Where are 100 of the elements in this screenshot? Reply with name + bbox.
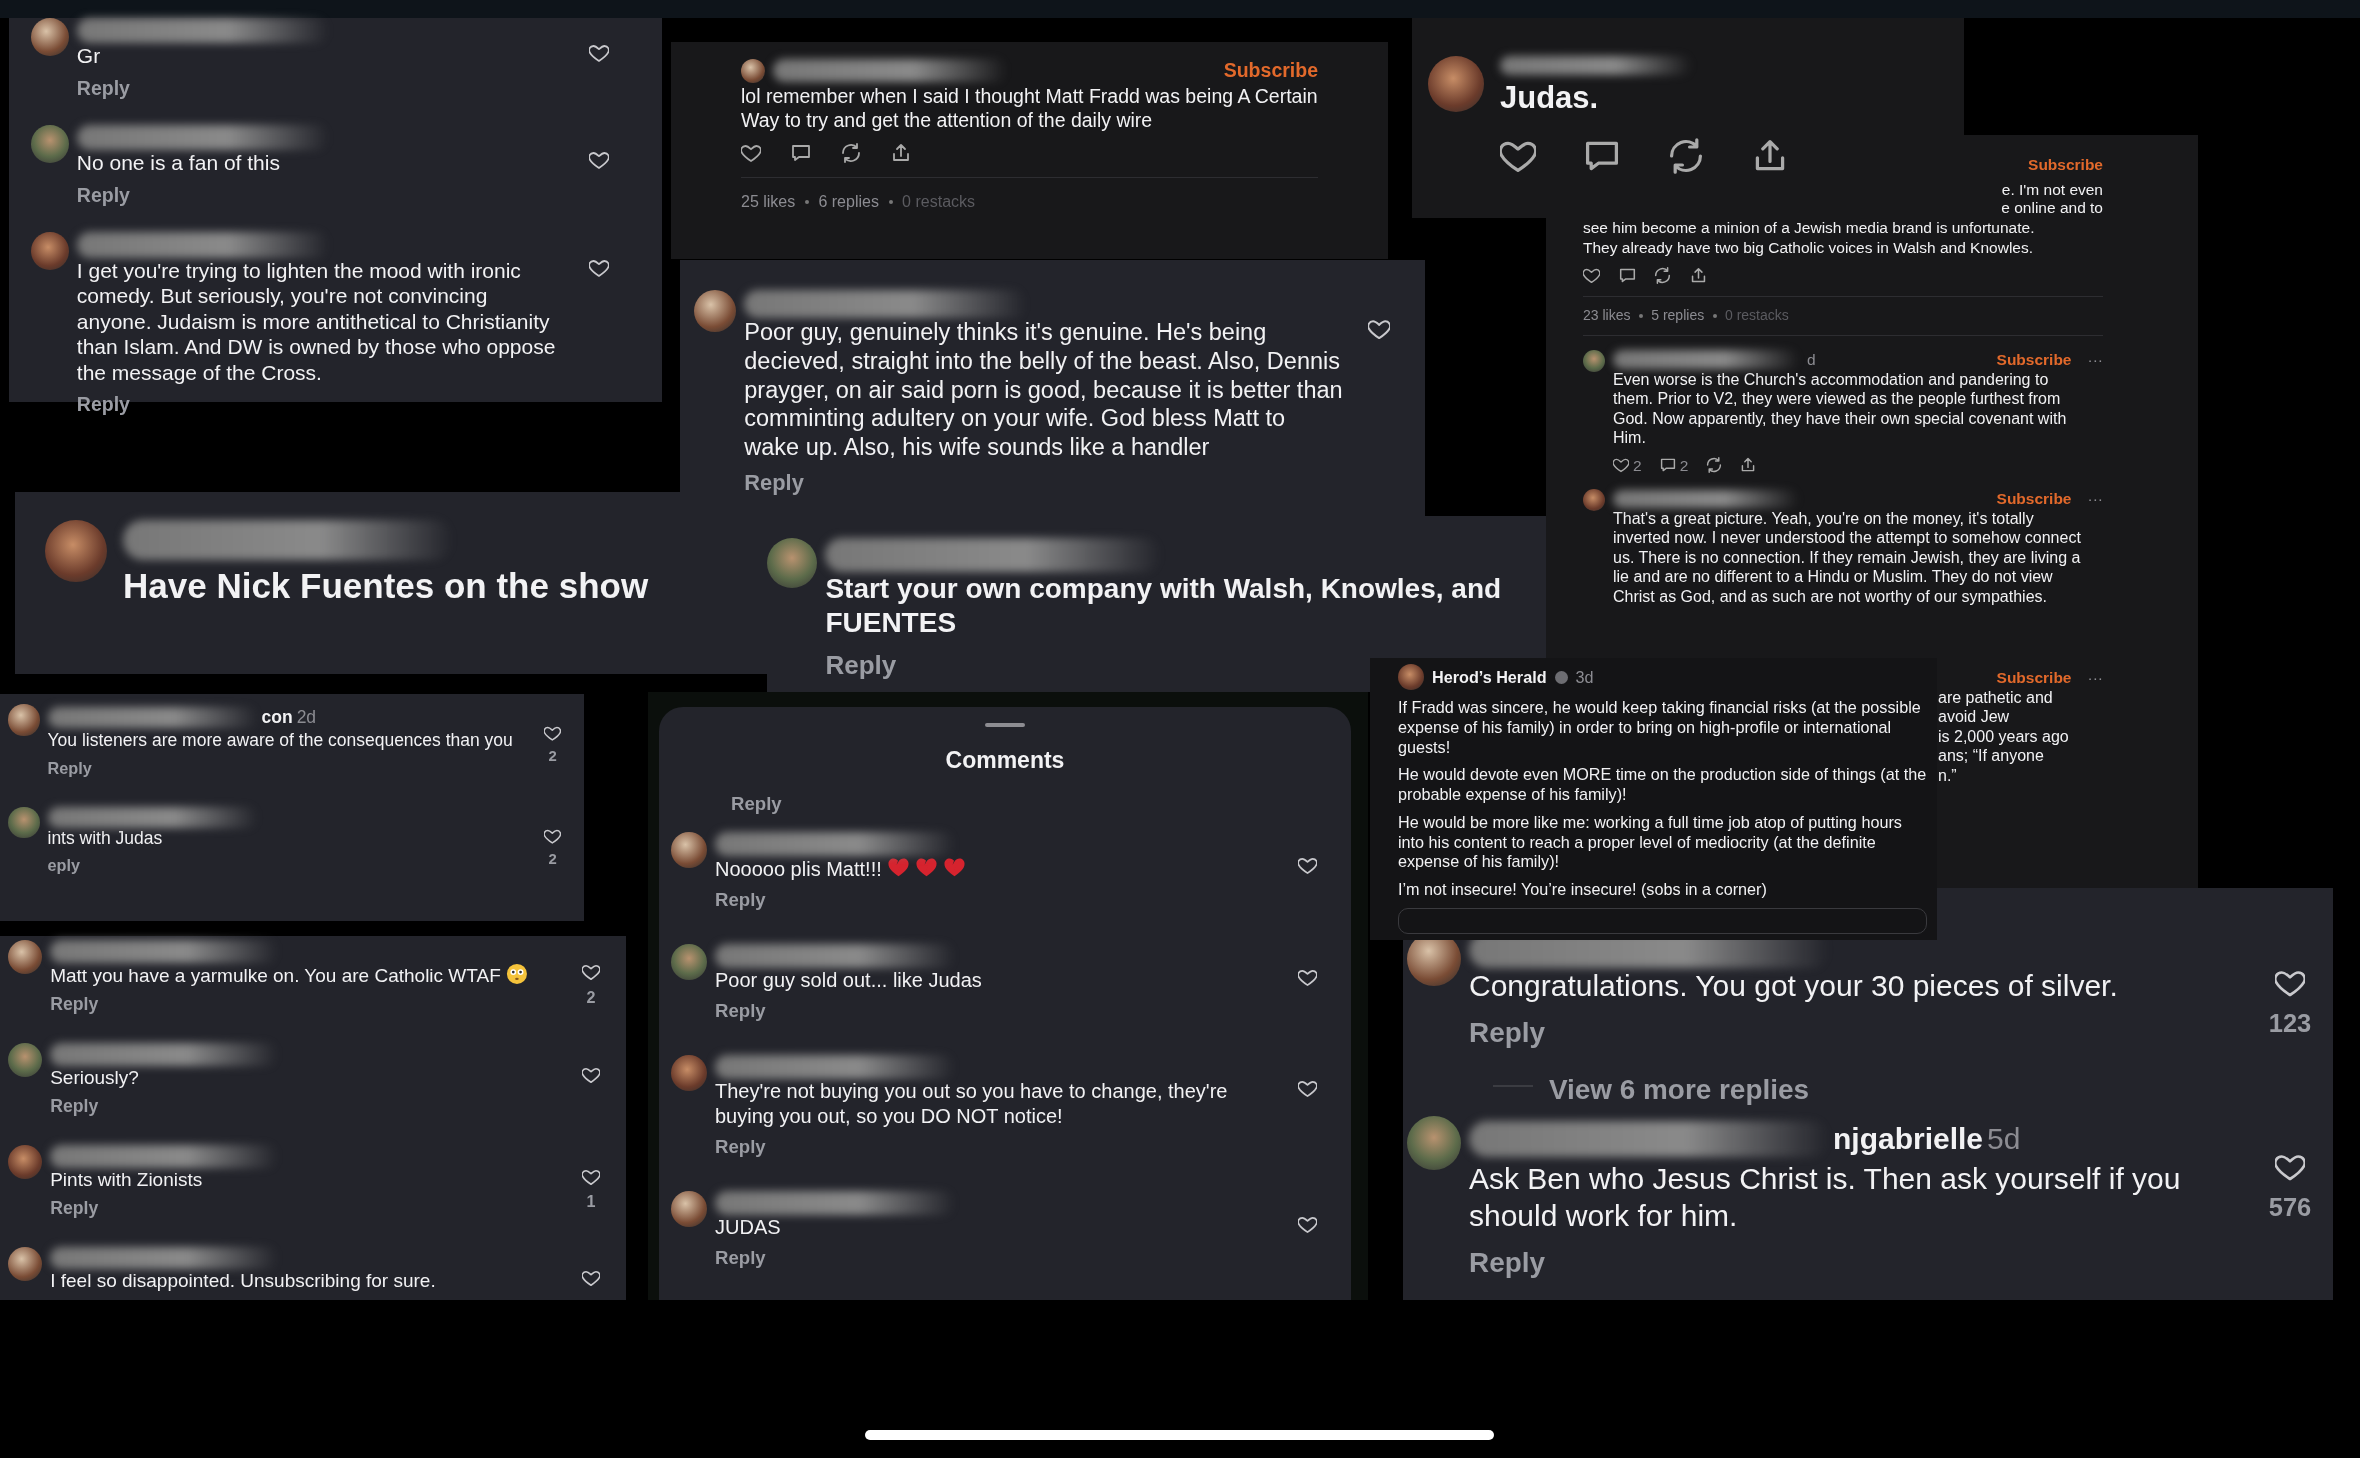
avatar [8, 806, 40, 839]
heart-icon[interactable] [2275, 968, 2305, 998]
comment-icon[interactable] [1618, 267, 1636, 285]
restack-icon[interactable] [1668, 137, 1704, 174]
drag-handle[interactable] [985, 723, 1025, 727]
avatar [671, 832, 707, 869]
post-text: He would devote even MORE time on the production side of things (at the probable expense of his family)! [1398, 765, 1927, 805]
avatar [671, 1055, 707, 1092]
like-count: 576 [2268, 1192, 2312, 1224]
subscribe-link[interactable]: Subscribe [1996, 350, 2072, 370]
more-button[interactable]: ··· [2087, 489, 2103, 509]
avatar [694, 290, 737, 333]
like-count: 123 [2268, 1008, 2312, 1039]
heart-icon[interactable] [588, 257, 609, 278]
share-icon[interactable] [1740, 457, 1757, 474]
avatar [1428, 56, 1484, 112]
heart-icon[interactable] [582, 1167, 601, 1186]
comment-text: see him become a minion of a Jewish media brand is unfortunate. They already have two big Catholic voices in Walsh and Knowles. [1583, 218, 2036, 258]
heart-icon[interactable] [582, 962, 601, 981]
comment-text: Nooooo plis Matt!!! [715, 856, 1277, 882]
subscribe-link[interactable]: Subscribe [2028, 155, 2103, 175]
avatar [741, 58, 765, 83]
post-text: Judas. [1500, 79, 1600, 118]
heart-icon[interactable] [588, 150, 609, 171]
heart-icon[interactable] [1583, 267, 1600, 285]
comment-text: ints with Judas [47, 827, 164, 850]
post-time: 3d [1575, 666, 1594, 688]
reply-link[interactable]: eply [47, 853, 81, 878]
heart-icon[interactable] [582, 1065, 601, 1084]
comment-text: Pints with Zionists [50, 1167, 204, 1191]
author-name: con [261, 706, 293, 729]
reply-link[interactable]: Reply [1469, 1011, 1545, 1054]
comment-text: Even worse is the Church's accommodation and pandering to them. Prior to V2, they were viewed as the people furthest from God. Now apparently, they have their own special covenant with Him. [1613, 369, 2068, 448]
avatar [8, 1246, 43, 1281]
avatar [31, 18, 69, 56]
comment-text: Poor guy, genuinely thinks it's genuine. He's being decieved, straight into the belly of the beast. Also, Dennis prayger, on air said porn is good, because it is better than comminting adultery on your wife. God bless Matt to wake up. Also, his wife sounds like a handler [744, 318, 1344, 462]
heart-icon[interactable] [1368, 318, 1391, 341]
heart-icon[interactable] [2275, 1152, 2305, 1183]
reply-link[interactable]: Reply [76, 180, 130, 211]
emoji-icon [505, 962, 528, 985]
comment-text: is 2,000 years ago [1938, 726, 2070, 747]
avatar [8, 1042, 43, 1078]
avatar [1407, 1116, 1461, 1171]
reply-link[interactable]: Reply [744, 466, 804, 500]
comment-text: e online and to [2000, 199, 2103, 219]
author-name: njgabrielle [1833, 1121, 1984, 1158]
comment-text: You listeners are more aware of the consequences than you [47, 730, 514, 752]
reply-link[interactable]: Reply [715, 886, 766, 915]
restack-icon[interactable] [1706, 457, 1723, 474]
subscribe-link[interactable]: Subscribe [1996, 668, 2072, 688]
comment-time: 2d [296, 706, 317, 729]
reply-link[interactable]: Reply [825, 646, 897, 686]
subscribe-link[interactable]: Subscribe [1996, 489, 2072, 509]
comment-text: JUDAS [715, 1214, 782, 1239]
restack-icon[interactable] [841, 142, 861, 163]
verified-badge-icon [1554, 670, 1568, 684]
stat-label: 23 likes [1583, 307, 1631, 325]
heart-icon[interactable] [588, 43, 609, 64]
like-count: 2 [586, 986, 596, 1008]
comment-text: No one is a fan of this [76, 150, 281, 176]
more-button[interactable]: ··· [2087, 668, 2103, 688]
more-button[interactable]: ··· [2087, 350, 2103, 370]
heart-icon[interactable] [1613, 457, 1629, 474]
comment-text: I get you're trying to lighten the mood with ironic comedy. But seriously, you're not convincing anyone. Judaism is more antithetical to Christianity than Islam. And DW is owned by those who oppose the message of the Cross. [76, 257, 557, 386]
heart-icon[interactable] [1297, 856, 1317, 876]
reply-link[interactable]: Reply [731, 790, 782, 819]
share-icon[interactable] [891, 142, 911, 163]
avatar [8, 704, 40, 736]
heart-icon[interactable] [741, 142, 761, 163]
comment-icon[interactable] [791, 142, 811, 163]
reply-link[interactable]: Reply [50, 991, 99, 1018]
heart-icon[interactable] [544, 827, 562, 845]
reply-link[interactable]: Reply [50, 1093, 99, 1120]
comment-icon[interactable] [1659, 457, 1676, 474]
comment-text: I feel so disappointed. Unsubscribing for sure. [50, 1269, 437, 1293]
view-replies-link[interactable]: View 6 more replies [1549, 1068, 1809, 1111]
reply-link[interactable]: Reply [47, 755, 92, 781]
share-icon[interactable] [1690, 267, 1708, 285]
subscribe-link[interactable]: Subscribe [1223, 56, 1318, 86]
heart-icon[interactable] [1297, 1079, 1317, 1099]
reply-link[interactable]: Reply [50, 1195, 99, 1222]
avatar [31, 125, 69, 163]
comment-text: Gr [76, 43, 102, 69]
reply-link[interactable]: Reply [715, 1243, 766, 1272]
avatar [31, 232, 69, 271]
avatar [671, 1190, 707, 1227]
reply-link[interactable]: Reply [715, 1132, 766, 1161]
reply-link[interactable]: Reply [76, 73, 130, 103]
reply-link[interactable]: Reply [1469, 1241, 1545, 1284]
heart-icon[interactable] [1297, 968, 1317, 988]
author-name: Herod’s Herald [1432, 666, 1547, 688]
reply-link[interactable]: Reply [715, 997, 766, 1026]
restack-icon[interactable] [1654, 267, 1672, 285]
heart-icon[interactable] [1297, 1214, 1317, 1234]
avatar [1583, 350, 1605, 372]
heart-icon[interactable] [544, 725, 562, 742]
comment-time: 5d [1987, 1121, 2021, 1158]
reply-link[interactable]: Reply [76, 390, 130, 420]
heart-icon[interactable] [582, 1269, 601, 1288]
comment-text: avoid Jew [1938, 707, 2011, 727]
